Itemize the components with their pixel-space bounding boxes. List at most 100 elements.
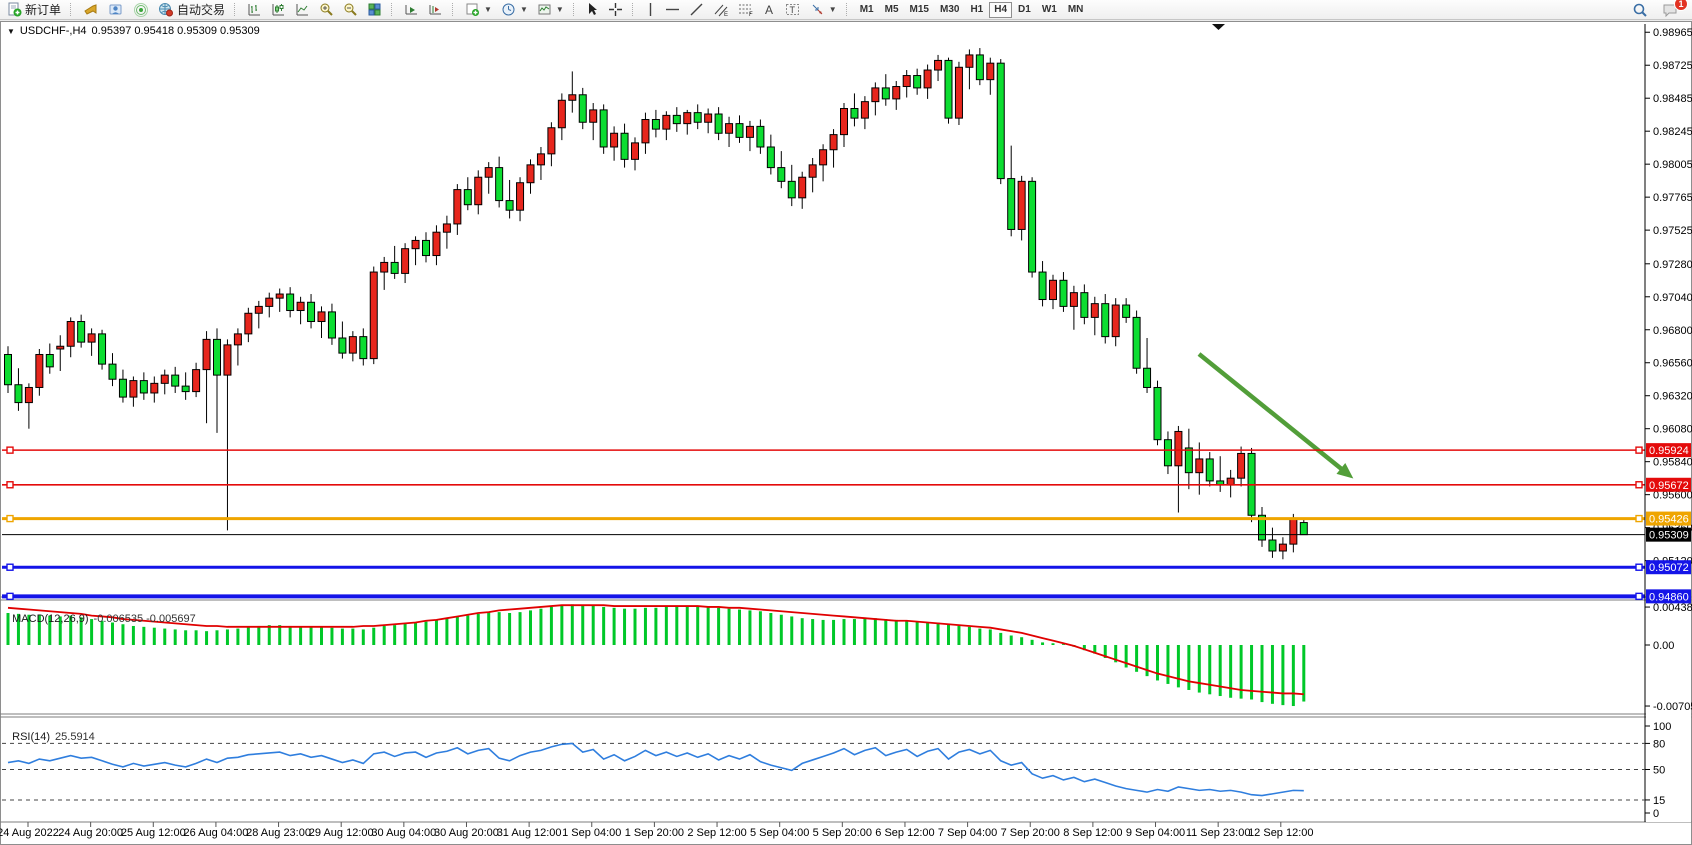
- candle-body: [391, 262, 398, 273]
- candle-body: [1029, 181, 1036, 272]
- hline-button[interactable]: [661, 1, 684, 19]
- timeframe-m1-button[interactable]: M1: [855, 2, 879, 18]
- line-chart-button[interactable]: [291, 1, 314, 19]
- candle-body: [820, 150, 827, 165]
- text-label-button[interactable]: T: [781, 1, 805, 19]
- svg-text:0.96320: 0.96320: [1653, 391, 1692, 403]
- toolbar-separator: [573, 3, 577, 16]
- community-button[interactable]: 1: [1658, 1, 1683, 19]
- line-handle[interactable]: [1636, 482, 1642, 488]
- candle-body: [1102, 304, 1109, 337]
- svg-text:2 Sep 12:00: 2 Sep 12:00: [687, 827, 746, 839]
- line-handle[interactable]: [7, 482, 13, 488]
- bar-chart-button[interactable]: [243, 1, 266, 19]
- clock-icon: [501, 2, 516, 17]
- candle-body: [67, 322, 74, 347]
- svg-text:F: F: [749, 12, 753, 17]
- candle-body: [25, 387, 32, 402]
- new-order-button[interactable]: 新订单: [3, 1, 65, 19]
- search-button[interactable]: [1628, 1, 1652, 19]
- new-order-label: 新订单: [25, 1, 61, 18]
- svg-text:0.004387: 0.004387: [1653, 602, 1692, 614]
- line-handle[interactable]: [7, 564, 13, 570]
- svg-text:6 Sep 12:00: 6 Sep 12:00: [875, 827, 934, 839]
- chart-canvas[interactable]: 0.989650.987250.984850.982450.980050.977…: [0, 0, 1692, 845]
- candle-body: [1290, 519, 1297, 544]
- zoom-in-button[interactable]: [315, 1, 338, 19]
- market-watch-button[interactable]: [79, 1, 103, 19]
- chevron-down-icon: ▼: [520, 5, 528, 14]
- timeframe-d1-button[interactable]: D1: [1013, 2, 1036, 18]
- symbol-dropdown-icon[interactable]: ▼: [7, 27, 15, 36]
- candle-body: [349, 337, 356, 353]
- timeframe-m5-button[interactable]: M5: [880, 2, 904, 18]
- timeframe-m15-button[interactable]: M15: [905, 2, 934, 18]
- candle-body: [809, 165, 816, 177]
- candle-body: [15, 385, 22, 403]
- candle-body: [726, 124, 733, 134]
- vline-button[interactable]: [641, 1, 660, 19]
- autotrading-button[interactable]: 自动交易: [154, 1, 229, 19]
- candle-body: [506, 201, 513, 211]
- line-handle[interactable]: [1636, 447, 1642, 453]
- crosshair-button[interactable]: [604, 1, 627, 19]
- timeframe-mn-button[interactable]: MN: [1063, 2, 1089, 18]
- candle-body: [433, 232, 440, 255]
- auto-scroll-button[interactable]: [400, 1, 423, 19]
- candle-body: [558, 100, 565, 127]
- candle-body: [830, 135, 837, 150]
- timeframe-h4-button[interactable]: H4: [989, 2, 1012, 18]
- timeframe-w1-button[interactable]: W1: [1037, 2, 1062, 18]
- navigator-button[interactable]: [104, 1, 128, 19]
- line-handle[interactable]: [1636, 564, 1642, 570]
- line-handle[interactable]: [7, 593, 13, 599]
- candle-body: [1279, 544, 1286, 551]
- chevron-down-icon: ▼: [829, 5, 837, 14]
- chart-shift-button[interactable]: [424, 1, 447, 19]
- candlestick-chart-button[interactable]: [267, 1, 290, 19]
- line-handle[interactable]: [7, 447, 13, 453]
- template-icon: [537, 2, 552, 17]
- candle-body: [119, 379, 126, 397]
- auto-scroll-icon: [404, 2, 419, 17]
- candle-body: [903, 76, 910, 87]
- candle-body: [799, 177, 806, 198]
- text-icon: A: [763, 2, 776, 17]
- line-handle[interactable]: [7, 516, 13, 522]
- candle-body: [517, 183, 524, 210]
- svg-text:0.95309: 0.95309: [1649, 530, 1689, 542]
- svg-text:80: 80: [1653, 738, 1665, 750]
- svg-text:0.97040: 0.97040: [1653, 292, 1692, 304]
- periods-button[interactable]: ▼: [497, 1, 532, 19]
- timeframe-m30-button[interactable]: M30: [935, 2, 964, 18]
- tile-windows-button[interactable]: [363, 1, 386, 19]
- channel-button[interactable]: E: [709, 1, 733, 19]
- trendline-button[interactable]: [685, 1, 708, 19]
- svg-text:1 Sep 20:00: 1 Sep 20:00: [625, 827, 684, 839]
- candle-body: [454, 190, 461, 224]
- svg-text:0.95672: 0.95672: [1649, 480, 1689, 492]
- candle-body: [579, 95, 586, 122]
- indicators-button[interactable]: ▼: [461, 1, 496, 19]
- candle-body: [955, 67, 962, 118]
- svg-text:9 Sep 04:00: 9 Sep 04:00: [1126, 827, 1185, 839]
- candle-body: [997, 63, 1004, 178]
- line-handle[interactable]: [1636, 593, 1642, 599]
- cursor-button[interactable]: [582, 1, 603, 19]
- arrows-button[interactable]: ▼: [806, 1, 841, 19]
- candle-body: [621, 133, 628, 159]
- zoom-out-button[interactable]: [339, 1, 362, 19]
- text-button[interactable]: A: [759, 1, 780, 19]
- timeframe-h1-button[interactable]: H1: [965, 2, 988, 18]
- fibonacci-button[interactable]: F: [734, 1, 758, 19]
- toolbar-separator: [234, 3, 238, 16]
- candle-body: [1091, 304, 1098, 318]
- candle-body: [172, 375, 179, 386]
- templates-button[interactable]: ▼: [533, 1, 568, 19]
- signals-button[interactable]: [129, 1, 153, 19]
- svg-text:12 Sep 12:00: 12 Sep 12:00: [1248, 827, 1313, 839]
- svg-text:0.96560: 0.96560: [1653, 358, 1692, 370]
- chart-title-bar[interactable]: ▼ USDCHF-,H4 0.95397 0.95418 0.95309 0.9…: [7, 25, 260, 37]
- line-handle[interactable]: [1636, 516, 1642, 522]
- text-label-icon: T: [785, 2, 801, 17]
